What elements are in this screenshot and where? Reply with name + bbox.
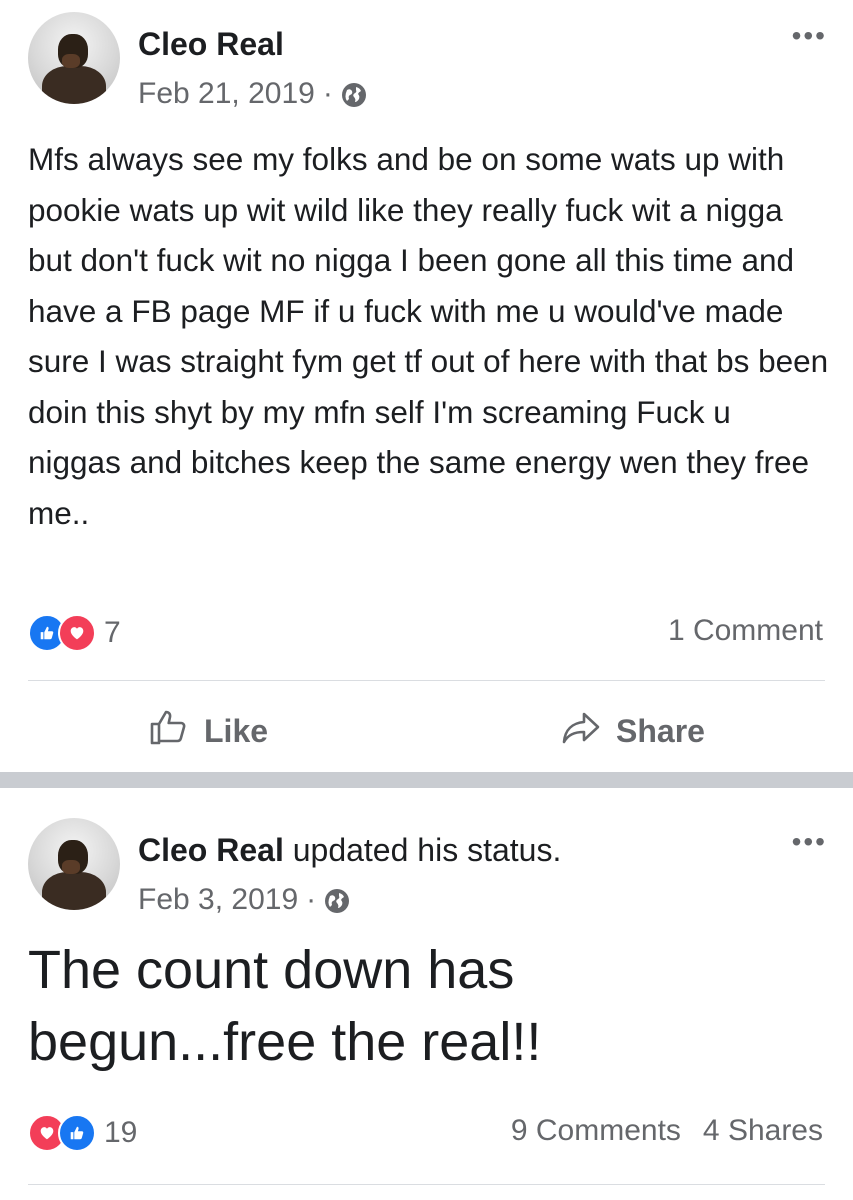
post-meta: Feb 21, 2019 · xyxy=(138,76,367,112)
post-text: The count down has begun...free the real… xyxy=(28,940,542,1072)
avatar-figure xyxy=(42,66,106,104)
share-label: Share xyxy=(616,712,705,749)
post-text: Mfs always see my folks and be on some w… xyxy=(28,141,829,531)
reactions-summary[interactable]: 19 xyxy=(28,1114,137,1152)
post-header: Cleo Real updated his status. xyxy=(138,830,561,870)
comment-count[interactable]: 9 Comments xyxy=(511,1114,681,1148)
more-options-icon[interactable]: ••• xyxy=(792,828,827,856)
divider xyxy=(28,1184,825,1185)
share-arrow-icon xyxy=(560,706,602,756)
reaction-count: 7 xyxy=(104,616,121,649)
love-reaction-icon xyxy=(58,614,96,652)
feed-separator xyxy=(0,772,853,788)
share-count[interactable]: 4 Shares xyxy=(703,1114,823,1148)
like-button[interactable]: Like xyxy=(148,706,268,756)
globe-icon xyxy=(324,887,350,913)
avatar-figure xyxy=(42,872,106,910)
post-card: Cleo Real updated his status. Feb 3, 201… xyxy=(0,788,853,1200)
avatar[interactable] xyxy=(28,12,120,104)
thumbs-up-icon xyxy=(148,706,190,756)
post-card: Cleo Real Feb 21, 2019 · ••• Mfs always … xyxy=(0,0,853,772)
share-button[interactable]: Share xyxy=(560,706,705,756)
engagement-counts: 1 Comment xyxy=(668,614,823,648)
divider xyxy=(28,680,825,681)
post-header: Cleo Real xyxy=(138,24,284,64)
like-label: Like xyxy=(204,712,269,749)
more-options-icon[interactable]: ••• xyxy=(792,22,827,50)
reaction-count: 19 xyxy=(104,1116,138,1149)
like-reaction-icon xyxy=(58,1114,96,1152)
post-meta: Feb 3, 2019 · xyxy=(138,882,350,918)
avatar[interactable] xyxy=(28,818,120,910)
post-date[interactable]: Feb 3, 2019 xyxy=(138,882,298,918)
date-separator: · xyxy=(306,883,317,916)
avatar-hand xyxy=(62,54,80,68)
author-name[interactable]: Cleo Real xyxy=(138,832,284,868)
globe-icon xyxy=(341,81,367,107)
author-name[interactable]: Cleo Real xyxy=(138,26,284,62)
date-separator: · xyxy=(322,77,333,110)
reactions-summary[interactable]: 7 xyxy=(28,614,121,652)
engagement-counts: 9 Comments 4 Shares xyxy=(511,1114,823,1148)
post-date[interactable]: Feb 21, 2019 xyxy=(138,76,315,112)
avatar-hand xyxy=(62,860,80,874)
comment-count[interactable]: 1 Comment xyxy=(668,614,823,648)
status-update-label: updated his status. xyxy=(292,832,562,868)
